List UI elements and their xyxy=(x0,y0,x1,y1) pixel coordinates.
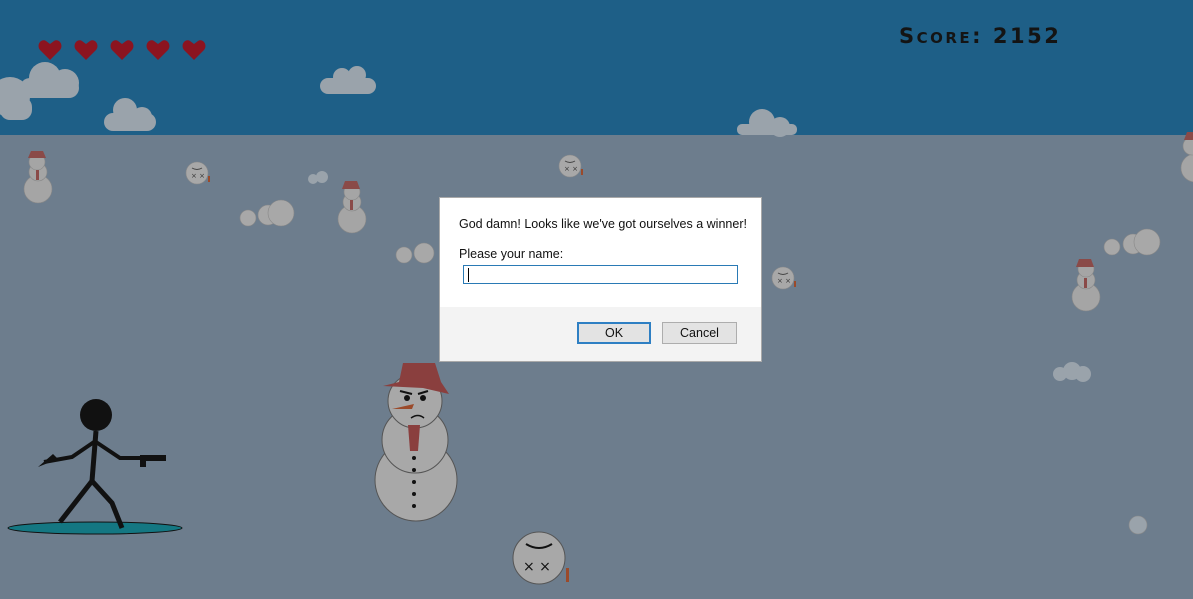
snowman-head-icon xyxy=(185,161,211,185)
name-input[interactable] xyxy=(463,265,738,284)
svg-text:× ×: × × xyxy=(523,559,551,575)
cloud-icon xyxy=(0,62,79,120)
snowman-head-icon xyxy=(558,154,584,178)
dialog-body: God damn! Looks like we've got ourselves… xyxy=(440,198,761,307)
dialog-message: God damn! Looks like we've got ourselves… xyxy=(459,217,747,231)
snowman-head-icon xyxy=(771,266,797,290)
snowman-icon xyxy=(337,181,367,234)
text-caret xyxy=(468,268,469,282)
cancel-button[interactable]: Cancel xyxy=(662,322,737,344)
heart-icon xyxy=(74,40,98,60)
snowball-icon xyxy=(1128,515,1148,535)
snowball-pile-icon xyxy=(239,199,295,227)
skateboard-icon xyxy=(7,521,183,535)
heart-icon xyxy=(146,40,170,60)
ok-button[interactable]: OK xyxy=(577,322,651,344)
snowman-icon xyxy=(23,151,53,204)
score-display: Score: 2152 xyxy=(899,24,1062,48)
name-prompt-label: Please your name: xyxy=(459,247,564,261)
snowball-pile-icon xyxy=(1103,228,1161,256)
heart-icon xyxy=(110,40,134,60)
cloud-icon xyxy=(320,66,376,94)
snowman-head-icon: × × xyxy=(512,531,569,585)
stickman-icon xyxy=(7,399,183,535)
cloud-icon xyxy=(104,98,156,131)
cloud-icon xyxy=(737,109,797,137)
name-prompt-dialog: God damn! Looks like we've got ourselves… xyxy=(439,197,762,362)
gun-icon xyxy=(140,455,166,467)
snowball-pile-icon xyxy=(395,242,435,264)
lives-indicator xyxy=(38,40,206,60)
snowman-icon xyxy=(1071,259,1101,312)
heart-icon xyxy=(38,40,62,60)
heart-icon xyxy=(182,40,206,60)
snowman-icon xyxy=(374,363,458,522)
snowman-icon xyxy=(1180,132,1193,183)
